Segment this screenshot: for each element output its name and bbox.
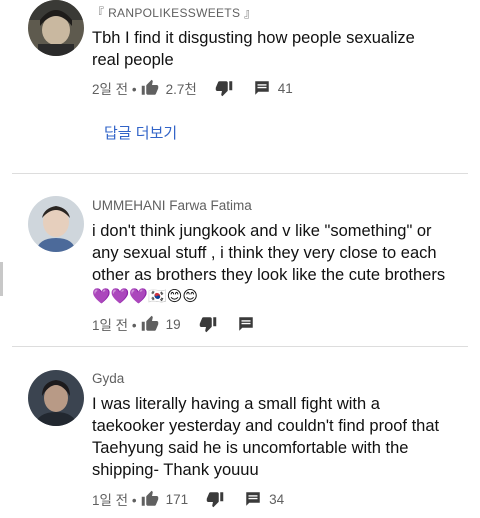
comment-text: i don't think jungkook and v like "somet… — [92, 220, 468, 308]
timestamp: 1일 전 • — [92, 318, 137, 333]
comment-text-line: real people — [92, 51, 174, 69]
comment-actions: 2일 전 • 2.7천 41 — [92, 78, 468, 98]
comment-text-line: taekooker yesterday and couldn't find pr… — [92, 417, 440, 435]
thumbs-down-icon[interactable] — [206, 490, 224, 508]
view-replies-link[interactable]: 답글 더보기 — [104, 122, 177, 143]
thumbs-up-icon[interactable] — [141, 490, 159, 508]
comment-actions: 1일 전 • 19 — [92, 314, 468, 334]
comment-text: Tbh I find it disgusting how people sexu… — [92, 27, 468, 71]
comment-author[interactable]: 『 RANPOLIKESSWEETS 』 — [92, 4, 468, 22]
comment-text-line: other as brothers they look like the cut… — [92, 266, 446, 284]
emoji-line: 💜💜💜🇰🇷😊😊 — [92, 288, 198, 305]
thumbs-down-icon[interactable] — [199, 315, 217, 333]
comment-author[interactable]: Gyda — [92, 370, 468, 388]
reply-count: 41 — [277, 80, 293, 96]
comment-text: I was literally having a small fight wit… — [92, 393, 468, 481]
comment-actions: 1일 전 • 171 34 — [92, 489, 468, 509]
comment-text-line: I was literally having a small fight wit… — [92, 395, 380, 413]
thumbs-up-icon[interactable] — [141, 315, 159, 333]
avatar[interactable] — [28, 370, 84, 426]
timestamp: 2일 전 • — [92, 82, 137, 97]
comment-text-line: i don't think jungkook and v like "somet… — [92, 222, 432, 240]
comment-text-line: shipping- Thank youuu — [92, 461, 259, 479]
divider — [12, 173, 468, 174]
comment-icon[interactable] — [237, 315, 255, 333]
avatar[interactable] — [28, 196, 84, 252]
reply-count: 34 — [269, 491, 285, 507]
timestamp: 1일 전 • — [92, 493, 137, 508]
comment-author[interactable]: UMMEHANI Farwa Fatima — [92, 197, 468, 215]
comment-text-line: Taehyung said he is uncomfortable with t… — [92, 439, 409, 457]
thumbs-down-icon[interactable] — [215, 79, 233, 97]
avatar[interactable] — [28, 0, 84, 56]
comment-text-line: any sexual stuff , i think they very clo… — [92, 244, 437, 262]
comment-text-line: Tbh I find it disgusting how people sexu… — [92, 29, 415, 47]
comment-icon[interactable] — [253, 79, 271, 97]
like-count: 2.7천 — [165, 82, 197, 97]
scroll-indicator — [0, 262, 3, 296]
comment-icon[interactable] — [244, 490, 262, 508]
divider — [12, 346, 468, 347]
author-bracket-close: 』 — [244, 6, 257, 20]
thumbs-up-icon[interactable] — [141, 79, 159, 97]
like-count: 171 — [165, 491, 189, 507]
author-bracket-open: 『 — [92, 6, 105, 20]
author-name: RANPOLIKESSWEETS — [108, 6, 241, 20]
like-count: 19 — [165, 316, 181, 332]
